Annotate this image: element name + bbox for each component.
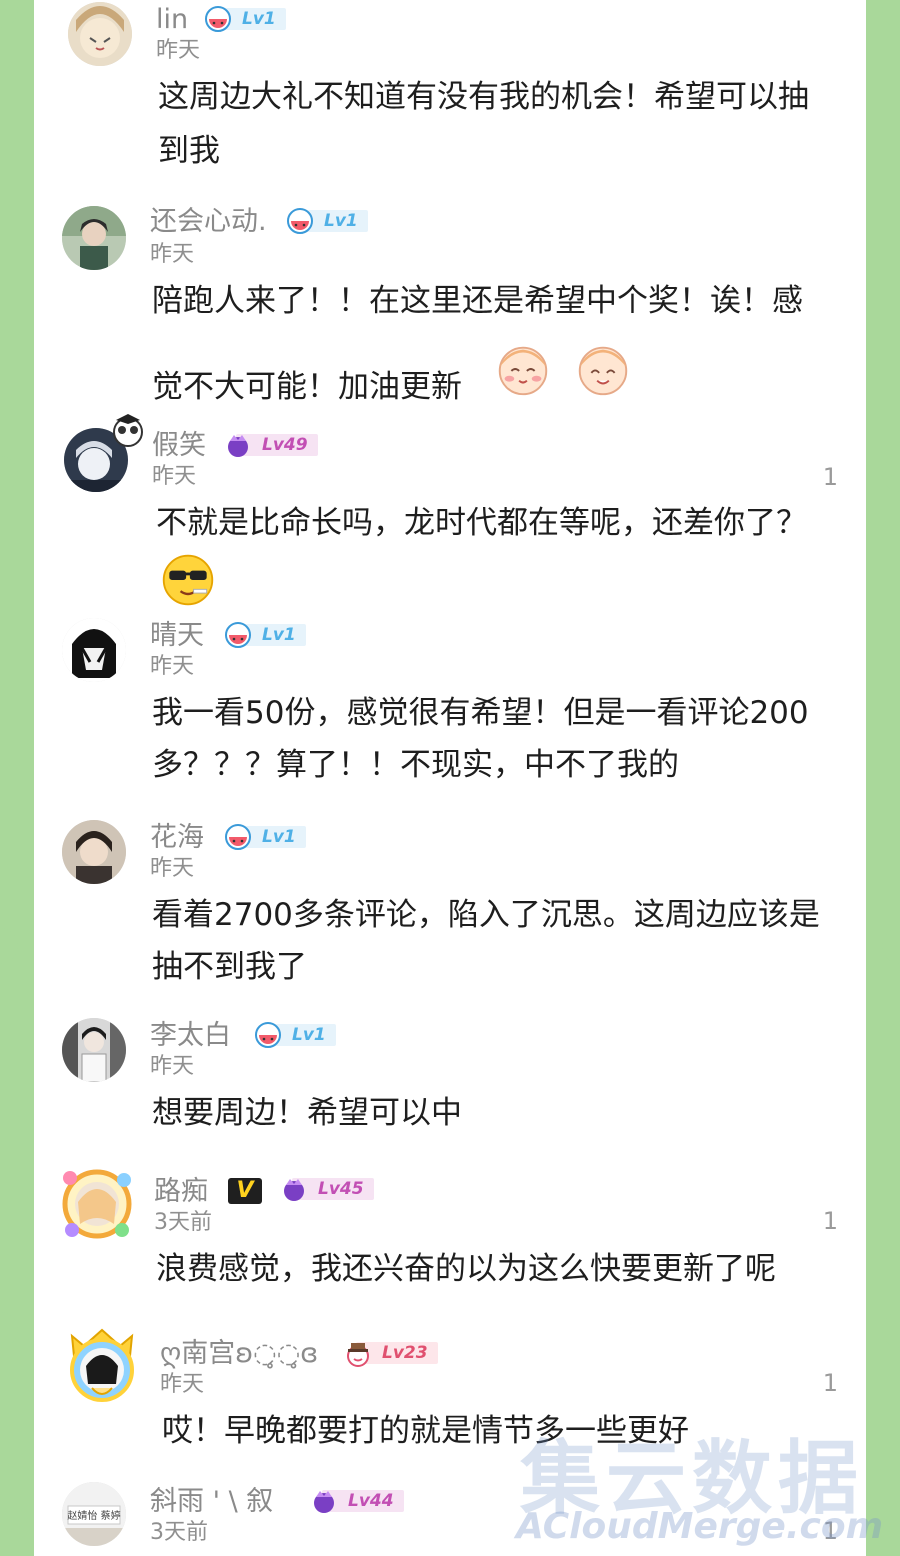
- user-name[interactable]: 李太白: [150, 1020, 231, 1052]
- user-name[interactable]: 晴天: [150, 620, 204, 652]
- level-badge: Lv1: [204, 6, 286, 32]
- comment-text-line: 到我: [158, 133, 220, 169]
- like-count[interactable]: 1: [823, 1208, 838, 1234]
- comment-time: 3天前: [150, 1520, 208, 1545]
- user-name[interactable]: 假笑: [152, 430, 206, 462]
- comment-time: 昨天: [152, 464, 197, 489]
- watermelon-level-icon: [255, 1022, 281, 1048]
- user-name[interactable]: 路痴: [154, 1176, 208, 1208]
- crown-level-icon: [228, 435, 248, 457]
- laughing-girl-emoji-icon: [498, 346, 548, 396]
- avatar-text: 赵婧怡 蔡婷: [67, 1509, 120, 1522]
- avatar[interactable]: [68, 2, 132, 66]
- comment-list: lin Lv1 昨天 这周边大礼不知道有没有我的机会！希望可以抽 到我 还会心动…: [34, 0, 866, 1556]
- avatar[interactable]: [58, 1326, 146, 1404]
- watermelon-level-icon: [225, 622, 251, 648]
- avatar[interactable]: [62, 820, 126, 884]
- comment-text-line: 不就是比命长吗，龙时代都在等呢，还差你了？: [156, 505, 807, 541]
- avatar[interactable]: [62, 618, 126, 682]
- user-name[interactable]: 花海: [150, 822, 204, 854]
- level-badge: Lv1: [254, 1022, 336, 1048]
- avatar[interactable]: [62, 206, 126, 270]
- user-name[interactable]: 斜雨 ' \ 叙: [150, 1486, 273, 1518]
- comment-text-line: 我一看50份，感觉很有希望！但是一看评论200: [152, 695, 809, 731]
- level-badge: Lv49: [224, 432, 318, 458]
- level-badge: Lv44: [310, 1488, 404, 1514]
- watermelon-level-icon: [225, 824, 251, 850]
- owl-pendant-icon: [113, 414, 143, 447]
- level-badge: Lv1: [224, 622, 306, 648]
- like-count[interactable]: 1: [823, 464, 838, 490]
- like-count[interactable]: 1: [823, 1370, 838, 1396]
- comment-text-line: 抽不到我了: [152, 949, 307, 985]
- user-name[interactable]: lin: [156, 4, 188, 36]
- user-name[interactable]: 还会心动.: [150, 206, 267, 238]
- comment-time: 3天前: [154, 1210, 212, 1235]
- comment-time: 昨天: [150, 856, 195, 881]
- crown-level-icon: [314, 1491, 334, 1513]
- comment-text-line: 想要周边！希望可以中: [152, 1095, 462, 1131]
- comment-text-line: 这周边大礼不知道有没有我的机会！希望可以抽: [158, 79, 809, 115]
- crown-level-icon: [284, 1179, 304, 1201]
- comment-time: 昨天: [160, 1372, 205, 1397]
- avatar[interactable]: 赵婧怡 蔡婷: [62, 1482, 126, 1546]
- vip-badge: V: [228, 1178, 262, 1204]
- comment-time: 昨天: [150, 654, 195, 679]
- comment-text-line: 多？？？算了！！不现实，中不了我的: [152, 747, 679, 783]
- comment-text-line: 陪跑人来了！！在这里还是希望中个奖！诶！感: [152, 283, 803, 319]
- watermark-en: ACloudMerge.com: [516, 1506, 884, 1547]
- comment-time: 昨天: [156, 38, 201, 63]
- sunglasses-emoji-icon: [162, 554, 214, 606]
- level-badge: Lv1: [224, 824, 306, 850]
- user-name[interactable]: ღ南宫ʚ◌̥◌̥ɞ: [160, 1338, 318, 1370]
- hat-level-icon: [347, 1343, 369, 1367]
- comment-text-line: 看着2700多条评论，陷入了沉思。这周边应该是: [152, 897, 820, 933]
- comment-time: 昨天: [150, 242, 195, 267]
- level-badge: Lv23: [344, 1340, 438, 1367]
- avatar[interactable]: [62, 1018, 126, 1082]
- level-badge: Lv1: [286, 208, 368, 234]
- watermelon-level-icon: [287, 208, 313, 234]
- comment-text-line: 觉不大可能！加油更新: [152, 369, 462, 405]
- avatar[interactable]: [60, 1164, 134, 1242]
- comment-text-line: 浪费感觉，我还兴奋的以为这么快要更新了呢: [156, 1251, 776, 1287]
- watermelon-level-icon: [205, 6, 231, 32]
- comment-time: 昨天: [150, 1054, 195, 1079]
- happy-girl-emoji-icon: [578, 346, 628, 396]
- level-badge: Lv45: [280, 1176, 374, 1202]
